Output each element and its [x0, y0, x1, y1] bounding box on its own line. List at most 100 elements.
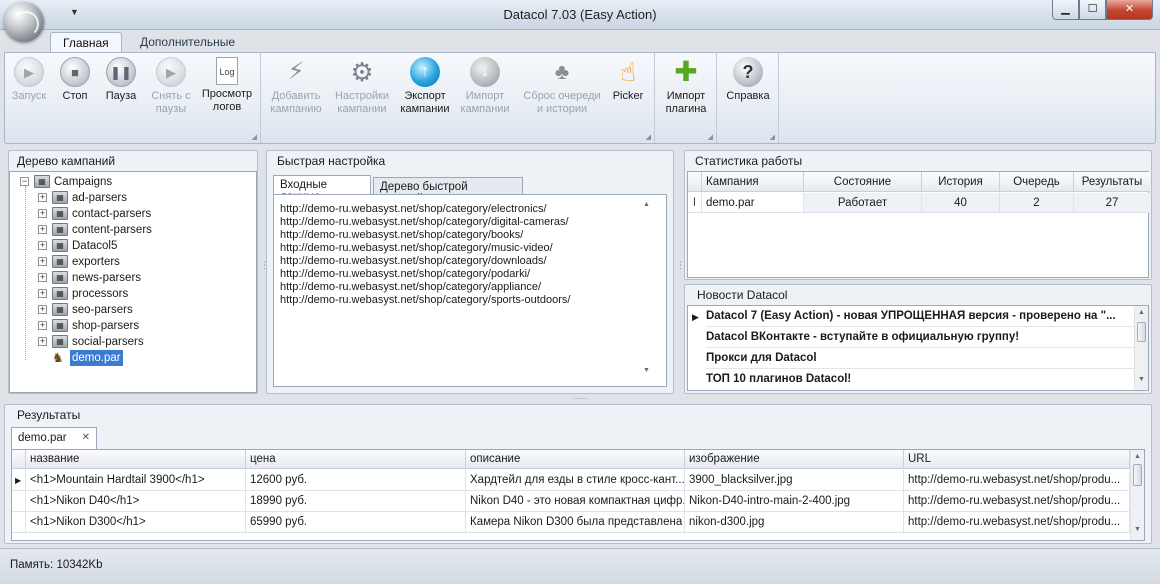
column-header[interactable]: описание: [466, 450, 685, 469]
campaign-tree[interactable]: − ▦ Campaigns + ▦ ad-parsers + ▦ contact…: [9, 171, 257, 393]
tree-item-folder[interactable]: + ▦ Datacol5: [10, 238, 250, 254]
table-cell[interactable]: http://demo-ru.webasyst.net/shop/produ..…: [904, 470, 1130, 491]
results-tab-demo[interactable]: demo.par ✕: [11, 427, 97, 449]
column-header[interactable]: Результаты: [1074, 172, 1150, 192]
maximize-button[interactable]: ☐: [1079, 0, 1106, 20]
column-header[interactable]: цена: [246, 450, 466, 469]
tree-item-folder[interactable]: + ▦ exporters: [10, 254, 250, 270]
collapse-icon[interactable]: −: [20, 177, 29, 186]
table-cell[interactable]: nikon-d300.jpg: [685, 512, 904, 533]
help-button[interactable]: ? Справка: [721, 57, 775, 103]
news-scrollbar[interactable]: ▲ ▼: [1134, 306, 1148, 390]
stats-cell-campaign[interactable]: demo.par: [702, 193, 804, 213]
close-button[interactable]: ✕: [1106, 0, 1153, 20]
tree-root-campaigns[interactable]: − ▦ Campaigns: [10, 174, 250, 190]
news-item[interactable]: Datacol ВКонтакте - вступайте в официаль…: [706, 327, 1134, 348]
table-cell[interactable]: 65990 руб.: [246, 512, 466, 533]
horizontal-splitter[interactable]: ⋯⋯: [572, 395, 588, 403]
reset-queue-button[interactable]: ♣ Сброс очереди и истории: [519, 57, 605, 116]
expand-icon[interactable]: +: [38, 337, 47, 346]
news-item[interactable]: ТОП 10 плагинов Datacol!: [706, 369, 1134, 390]
start-button[interactable]: ▶ Запуск: [7, 57, 51, 103]
stats-cell-history[interactable]: 40: [922, 193, 1000, 213]
table-cell[interactable]: 12600 руб.: [246, 470, 466, 491]
expand-icon[interactable]: +: [38, 305, 47, 314]
tree-item-folder[interactable]: + ▦ social-parsers: [10, 334, 250, 350]
scroll-up-icon[interactable]: ▲: [640, 201, 653, 208]
export-campaign-button[interactable]: ↑ Экспорт кампании: [397, 57, 453, 116]
stats-cell-state[interactable]: Работает: [804, 193, 922, 213]
unpause-button[interactable]: ▶ Снять с паузы: [145, 57, 197, 116]
news-item[interactable]: Datacol 7 (Easy Action) - новая УПРОЩЕНН…: [706, 306, 1134, 327]
news-item[interactable]: Прокси для Datacol: [706, 348, 1134, 369]
campaign-settings-button[interactable]: ⚙ Настройки кампании: [331, 57, 393, 116]
scroll-up-icon[interactable]: ▲: [1131, 453, 1144, 460]
input-data-area[interactable]: http://demo-ru.webasyst.net/shop/categor…: [273, 194, 667, 387]
table-cell[interactable]: http://demo-ru.webasyst.net/shop/produ..…: [904, 512, 1130, 533]
tree-item-campaign-selected[interactable]: ♞ demo.par: [10, 350, 250, 366]
tab-input-data[interactable]: Входные данные: [273, 175, 371, 203]
tree-item-folder[interactable]: + ▦ processors: [10, 286, 250, 302]
expand-icon[interactable]: +: [38, 209, 47, 218]
expand-icon[interactable]: +: [38, 257, 47, 266]
scroll-down-icon[interactable]: ▼: [640, 367, 653, 374]
close-tab-icon[interactable]: ✕: [82, 432, 90, 443]
tree-item-folder[interactable]: + ▦ content-parsers: [10, 222, 250, 238]
input-scrollbar[interactable]: ▲ ▼: [640, 201, 654, 379]
table-cell[interactable]: Камера Nikon D300 была представлена ...: [466, 512, 685, 533]
column-header[interactable]: название: [26, 450, 246, 469]
table-cell[interactable]: 3900_blacksilver.jpg: [685, 470, 904, 491]
table-cell[interactable]: http://demo-ru.webasyst.net/shop/produ..…: [904, 491, 1130, 512]
tree-item-folder[interactable]: + ▦ news-parsers: [10, 270, 250, 286]
tab-additional[interactable]: Дополнительные: [128, 32, 247, 53]
scroll-down-icon[interactable]: ▼: [1135, 376, 1148, 383]
app-menu-orb-icon[interactable]: [4, 2, 44, 42]
column-header[interactable]: Состояние: [804, 172, 922, 192]
expand-icon[interactable]: +: [38, 289, 47, 298]
column-header[interactable]: История: [922, 172, 1000, 192]
news-list[interactable]: ▶ Datacol 7 (Easy Action) - новая УПРОЩЕ…: [687, 305, 1149, 391]
expand-icon[interactable]: +: [38, 193, 47, 202]
tree-item-folder[interactable]: + ▦ seo-parsers: [10, 302, 250, 318]
view-logs-button[interactable]: Log Просмотр логов: [199, 57, 255, 114]
expand-icon[interactable]: +: [38, 321, 47, 330]
tab-main[interactable]: Главная: [50, 32, 122, 53]
group-dialog-launcher-icon[interactable]: ◢: [770, 133, 775, 141]
stop-button[interactable]: ■ Стоп: [53, 57, 97, 103]
results-scrollbar[interactable]: ▲ ▼: [1130, 450, 1144, 540]
results-grid[interactable]: название цена описание изображение URL ▶…: [11, 449, 1145, 541]
tree-item-folder[interactable]: + ▦ ad-parsers: [10, 190, 250, 206]
group-dialog-launcher-icon[interactable]: ◢: [252, 133, 257, 141]
picker-button[interactable]: ☝ Picker: [607, 57, 649, 103]
scroll-down-icon[interactable]: ▼: [1131, 526, 1144, 533]
scroll-thumb[interactable]: [1133, 464, 1142, 486]
table-cell[interactable]: <h1>Mountain Hardtail 3900</h1>: [26, 470, 246, 491]
column-header[interactable]: изображение: [685, 450, 904, 469]
pause-button[interactable]: ❚❚ Пауза: [99, 57, 143, 103]
expand-icon[interactable]: +: [38, 273, 47, 282]
table-cell[interactable]: Nikon-D40-intro-main-2-400.jpg: [685, 491, 904, 512]
tree-item-folder[interactable]: + ▦ contact-parsers: [10, 206, 250, 222]
tree-item-folder[interactable]: + ▦ shop-parsers: [10, 318, 250, 334]
minimize-button[interactable]: ▁: [1052, 0, 1079, 20]
group-dialog-launcher-icon[interactable]: ◢: [646, 133, 651, 141]
table-cell[interactable]: 18990 руб.: [246, 491, 466, 512]
group-dialog-launcher-icon[interactable]: ◢: [708, 133, 713, 141]
table-cell[interactable]: <h1>Nikon D40</h1>: [26, 491, 246, 512]
stats-cell-results[interactable]: 27: [1074, 193, 1150, 213]
scroll-up-icon[interactable]: ▲: [1135, 309, 1148, 316]
scroll-thumb[interactable]: [1137, 322, 1146, 342]
column-header[interactable]: URL: [904, 450, 1130, 469]
column-header[interactable]: Кампания: [702, 172, 804, 192]
table-cell[interactable]: Хардтейл для езды в стиле кросс-кант...: [466, 470, 685, 491]
add-campaign-button[interactable]: ⚡ Добавить кампанию: [265, 57, 327, 116]
import-campaign-button[interactable]: ↓ Импорт кампании: [457, 57, 513, 116]
expand-icon[interactable]: +: [38, 241, 47, 250]
tab-quick-setup-tree[interactable]: Дерево быстрой настройки: [373, 177, 523, 205]
expand-icon[interactable]: +: [38, 225, 47, 234]
import-plugin-button[interactable]: ✚ Импорт плагина: [659, 57, 713, 116]
table-cell[interactable]: <h1>Nikon D300</h1>: [26, 512, 246, 533]
column-header[interactable]: Очередь: [1000, 172, 1074, 192]
table-cell[interactable]: Nikon D40 - это новая компактная цифр...: [466, 491, 685, 512]
stats-grid[interactable]: Кампания Состояние История Очередь Резул…: [687, 171, 1150, 278]
